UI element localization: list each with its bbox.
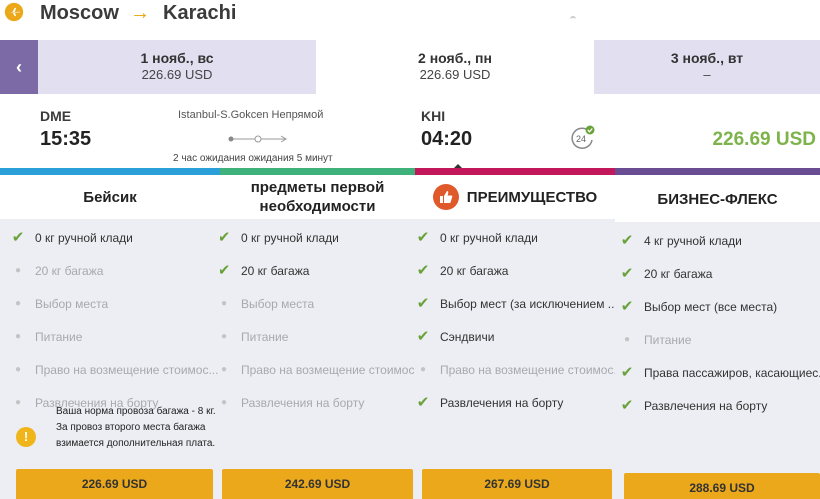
bullet-icon: ●	[14, 298, 22, 309]
check-icon: ✔	[416, 229, 430, 246]
fare-card-essentials: предметы первой необходимости ✔ 0 кг ручн…	[220, 175, 415, 499]
date-tab-price: 226.69 USD	[141, 67, 213, 82]
layover-duration: 2 час ожидания ожидания 5 минут	[173, 153, 333, 164]
bullet-icon: ●	[220, 298, 228, 309]
bullet-icon: ●	[220, 331, 228, 342]
feature-row: ✔ Права пассажиров, касающиес...	[620, 364, 820, 381]
check-icon: ✔	[416, 295, 430, 312]
feature-row: ✔ Развлечения на борту	[620, 397, 768, 414]
flight-price: 226.69 USD	[712, 129, 816, 150]
fare-features: ✔ 0 кг ручной клади ● 20 кг багажа ● Выбор …	[0, 219, 220, 499]
feature-row: ● Развлечения на борту	[220, 394, 415, 414]
select-fare-button[interactable]: 226.69 USD	[16, 469, 213, 499]
fare-stripe-essentials	[220, 168, 415, 175]
chevron-left-icon: ‹	[16, 56, 22, 77]
select-fare-button[interactable]: 242.69 USD	[222, 469, 413, 499]
check-icon: ✔	[416, 328, 430, 345]
check-icon: ✔	[220, 229, 231, 246]
select-fare-button[interactable]: 267.69 USD	[422, 469, 612, 499]
feature-row: ✔ 20 кг багажа	[620, 265, 713, 282]
bullet-icon: ●	[220, 364, 228, 375]
check-icon: ✔	[620, 265, 634, 282]
feature-row: ● Право на возмещение стоимос...	[0, 361, 220, 381]
check-icon: ✔	[620, 232, 634, 249]
origin-city: Moscow	[40, 2, 119, 24]
fare-features: ✔ 0 кг ручной клади ✔ 20 кг багажа ● Выбор …	[220, 219, 415, 499]
check-icon: ✔	[220, 262, 231, 279]
departure-airport-code: DME	[40, 108, 72, 124]
date-tab-date: 3 нояб., вт	[670, 50, 744, 66]
fare-card-business: БИЗНЕС-ФЛЕКС ✔ 4 кг ручной клади ✔ 20 кг б…	[615, 176, 820, 499]
bullet-icon: ●	[14, 364, 22, 375]
bullet-icon: ●	[220, 397, 228, 408]
feature-row: ✔ 20 кг багажа	[220, 262, 415, 282]
feature-row: ✔ 0 кг ручной клади	[11, 229, 133, 246]
feature-row: ✔ Сэндвичи	[416, 328, 495, 345]
airplane-icon	[4, 2, 24, 22]
feature-row: ● Выбор места	[0, 295, 220, 315]
feature-row: ✔ 20 кг багажа	[416, 262, 509, 279]
departure-time: 15:35	[40, 128, 92, 150]
arrival-time: 04:20	[421, 128, 473, 150]
24h-support-icon: 24	[571, 125, 595, 149]
date-tab-price: 226.69 USD	[419, 67, 491, 82]
feature-row: ✔ 4 кг ручной клади	[620, 232, 742, 249]
route-track-icon	[228, 135, 287, 143]
check-icon: ✔	[620, 364, 634, 381]
check-icon: ✔	[416, 394, 430, 411]
previous-date-button[interactable]: ‹	[0, 40, 38, 94]
fare-card-advantage: ПРЕИМУЩЕСТВО ✔ 0 кг ручной клади ✔ 20 кг б…	[415, 175, 615, 499]
feature-row: ● Питание	[220, 328, 415, 348]
svg-text:24: 24	[576, 134, 586, 144]
date-tab-date: 1 нояб., вс	[140, 50, 214, 66]
bullet-icon: ●	[623, 334, 631, 345]
fare-name: предметы первой необходимости	[220, 175, 415, 219]
fare-features: ✔ 0 кг ручной клади ✔ 20 кг багажа ✔ Выбор …	[415, 219, 615, 499]
loading-indicator	[570, 16, 576, 19]
fare-stripe-basic	[0, 168, 220, 175]
route-header: Moscow → Karachi	[0, 0, 820, 40]
warning-icon: !	[16, 427, 36, 447]
feature-row: ✔ 0 кг ручной клади	[220, 229, 415, 249]
bullet-icon: ●	[14, 265, 22, 276]
check-icon: ✔	[11, 229, 25, 246]
fare-stripe-business	[615, 168, 820, 175]
bullet-icon: ●	[419, 364, 427, 375]
thumbs-up-icon	[432, 184, 459, 210]
feature-row: ● Питание	[0, 328, 220, 348]
check-icon: ✔	[620, 397, 634, 414]
flight-summary[interactable]: DME 15:35 Istanbul-S.Gokcen Непрямой 2 ч…	[0, 96, 820, 170]
fare-header: ПРЕИМУЩЕСТВО	[415, 175, 615, 219]
feature-row: ● Право на возмещение стоимос...	[415, 361, 615, 381]
baggage-note: Ваша норма провоза багажа - 8 кг. За про…	[56, 406, 216, 449]
fare-name: Бейсик	[0, 175, 220, 219]
fare-features: ✔ 4 кг ручной клади ✔ 20 кг багажа ✔ Выбор …	[615, 222, 820, 499]
feature-row: ✔ Развлечения на борту	[416, 394, 564, 411]
date-tab-date: 2 нояб., пн	[418, 50, 492, 66]
feature-row: ● Право на возмещение стоимос...	[220, 361, 415, 381]
bullet-icon: ●	[14, 331, 22, 342]
feature-row: ● Выбор места	[220, 295, 415, 315]
fare-name: ПРЕИМУЩЕСТВО	[466, 188, 598, 206]
route-arrow-icon: →	[130, 2, 150, 24]
feature-row: ● 20 кг багажа	[0, 262, 220, 282]
date-selector: ‹ 1 нояб., вс 226.69 USD 2 нояб., пн 226…	[0, 40, 820, 96]
feature-row: ✔ 0 кг ручной клади	[416, 229, 538, 246]
select-fare-button[interactable]: 288.69 USD	[624, 473, 820, 499]
date-tab[interactable]: 1 нояб., вс 226.69 USD	[38, 40, 316, 94]
arrival-airport-code: KHI	[421, 108, 446, 124]
bullet-icon: ●	[14, 397, 22, 408]
check-icon: ✔	[416, 262, 430, 279]
check-icon: ✔	[620, 298, 634, 315]
feature-row: ● Питание	[615, 331, 820, 351]
date-tab-selected[interactable]: 2 нояб., пн 226.69 USD	[316, 40, 594, 96]
feature-row: ✔ Выбор мест (за исключением ...	[416, 295, 615, 312]
fare-name: БИЗНЕС-ФЛЕКС	[615, 176, 820, 222]
date-tab-price: –	[703, 67, 711, 82]
stopover-info: Istanbul-S.Gokcen Непрямой	[178, 109, 324, 121]
feature-row: ✔ Выбор мест (все места)	[620, 298, 778, 315]
fare-stripe-advantage	[415, 168, 615, 175]
date-tab[interactable]: 3 нояб., вт –	[594, 40, 820, 94]
destination-city: Karachi	[163, 2, 237, 24]
